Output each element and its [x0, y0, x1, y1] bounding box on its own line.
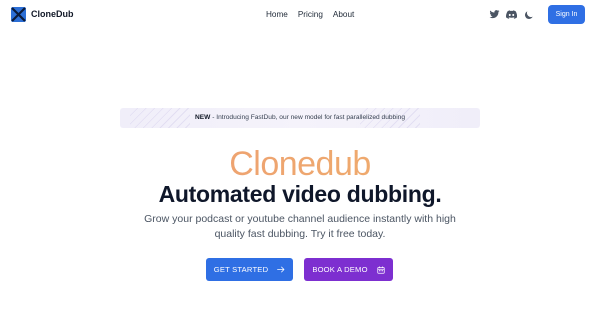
main-nav: Home Pricing About — [266, 10, 364, 20]
calendar-icon — [377, 266, 385, 274]
banner-text: NEW - Introducing FastDub, our new model… — [120, 108, 480, 128]
nav-pricing[interactable]: Pricing — [298, 10, 323, 20]
banner-new-tag: NEW — [194, 114, 211, 121]
moon-icon[interactable] — [523, 9, 534, 20]
book-demo-label: BOOK A DEMO — [312, 265, 368, 274]
hero-headline: Automated video dubbing. — [158, 181, 442, 207]
banner-message: - Introducing FastDub, our new model for… — [210, 114, 405, 121]
site-header: CloneDub Home Pricing About Sign In — [0, 0, 600, 30]
logo[interactable]: CloneDub — [11, 7, 74, 22]
twitter-icon[interactable] — [489, 9, 500, 20]
discord-icon[interactable] — [506, 9, 517, 20]
header-actions: Sign In — [489, 5, 585, 24]
sign-in-button[interactable]: Sign In — [548, 5, 585, 24]
arrow-right-icon — [277, 266, 285, 273]
brand-title: Clonedub — [0, 144, 600, 184]
book-demo-button[interactable]: BOOK A DEMO — [304, 258, 393, 281]
get-started-button[interactable]: GET STARTED — [206, 258, 293, 281]
hero-subtitle: Grow your podcast or youtube channel aud… — [144, 213, 456, 240]
nav-home[interactable]: Home — [266, 10, 288, 20]
logo-text: CloneDub — [31, 9, 74, 19]
announcement-banner[interactable]: NEW - Introducing FastDub, our new model… — [120, 108, 480, 128]
get-started-label: GET STARTED — [213, 265, 269, 274]
nav-about[interactable]: About — [333, 10, 354, 20]
logo-icon — [11, 7, 26, 22]
